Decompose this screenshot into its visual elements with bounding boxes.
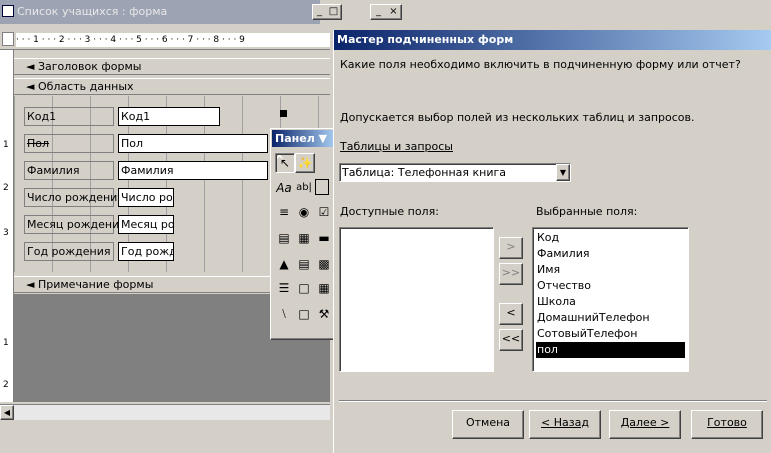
cancel-button[interactable]: Отмена — [452, 410, 524, 439]
list-item-selected[interactable]: пол — [536, 342, 685, 358]
wizard-separator — [339, 400, 767, 402]
selected-fields-list[interactable]: Код Фамилия Имя Отчество Школа ДомашнийТ… — [532, 227, 689, 372]
field-label-chislo[interactable]: Число рождения — [24, 188, 124, 207]
list-item[interactable]: Школа — [536, 294, 685, 310]
list-item[interactable]: ДомашнийТелефон — [536, 310, 685, 326]
checkbox-icon[interactable]: ☑ — [315, 203, 333, 221]
field-control-chislo[interactable]: Число рож — [118, 188, 174, 207]
section-arrow-icon: ◄ — [26, 60, 38, 73]
table-select-combobox[interactable]: Таблица: Телефонная книга ▼ — [339, 163, 571, 182]
field-control-mesyats[interactable]: Месяц рож — [118, 215, 174, 234]
detail-section-label: Область данных — [37, 80, 134, 93]
app-window-controls: _ × — [370, 4, 402, 20]
form-window-controls: _ □ — [312, 4, 342, 20]
control-wizards-tool[interactable]: ✨ — [295, 153, 315, 173]
line-icon[interactable]: ⧵ — [275, 305, 293, 323]
tables-label: Таблицы и запросы — [340, 140, 453, 153]
section-arrow-icon: ◄ — [26, 80, 38, 93]
textbox-tool[interactable]: ab| — [295, 179, 313, 197]
option-group-icon[interactable] — [315, 179, 329, 195]
field-label-god[interactable]: Год рождения — [24, 242, 114, 261]
detail-section[interactable]: ◄ Область данных — [14, 78, 330, 95]
horizontal-ruler: · · · 1 · · · 2 · · · 3 · · · 4 · · · 5 … — [0, 30, 330, 50]
field-control-familiya[interactable]: Фамилия — [118, 161, 268, 180]
form-window-titlebar: Список учащихся : форма — [0, 0, 320, 24]
selection-handle[interactable] — [280, 110, 287, 117]
move-one-left-button[interactable]: < — [499, 303, 523, 325]
form-header-label: Заголовок формы — [37, 60, 142, 73]
field-label-kod1[interactable]: Код1 — [24, 107, 114, 126]
field-label-mesyats[interactable]: Месяц рождения — [24, 215, 126, 234]
table-select-value: Таблица: Телефонная книга — [342, 166, 507, 179]
vruler-mark-2: 2 — [3, 183, 9, 193]
select-objects-tool[interactable]: ↖ — [275, 153, 295, 173]
page-break-icon[interactable]: ☰ — [275, 279, 293, 297]
vruler-mark-3: 3 — [3, 228, 9, 238]
vruler-mark-5: 2 — [3, 380, 9, 390]
app-minimize-button[interactable]: _ — [371, 6, 386, 19]
list-item[interactable]: Имя — [536, 262, 685, 278]
toggle-button-icon[interactable]: ≡ — [275, 203, 293, 221]
option-button-icon[interactable]: ◉ — [295, 203, 313, 221]
horizontal-scrollbar[interactable]: ◀ — [0, 404, 330, 420]
available-fields-list[interactable] — [339, 227, 494, 372]
field-control-pol[interactable]: Пол — [118, 134, 268, 153]
minimize-button[interactable]: _ — [312, 6, 327, 19]
command-button-icon[interactable]: ▬ — [315, 229, 333, 247]
available-fields-label: Доступные поля: — [340, 205, 439, 218]
finish-button[interactable]: Готово — [691, 410, 763, 439]
field-label-familiya[interactable]: Фамилия — [24, 161, 114, 180]
selected-fields-label: Выбранные поля: — [536, 205, 638, 218]
list-item[interactable]: СотовыйТелефон — [536, 326, 685, 342]
move-one-right-button[interactable]: > — [499, 237, 523, 259]
list-box-icon[interactable]: ▦ — [295, 229, 313, 247]
toolbox-titlebar[interactable]: Панел ▼ × — [272, 130, 334, 162]
list-item[interactable]: Отчество — [536, 278, 685, 294]
label-tool[interactable]: Aa — [275, 179, 293, 197]
chevron-down-icon[interactable]: ▼ — [556, 164, 570, 181]
combo-box-icon[interactable]: ▤ — [275, 229, 293, 247]
subform-icon[interactable]: ▦ — [315, 279, 333, 297]
field-control-god[interactable]: Год рождеı — [118, 242, 174, 261]
scroll-left-button[interactable]: ◀ — [0, 405, 14, 420]
subform-wizard-dialog: Мастер подчиненных форм Какие поля необх… — [333, 30, 771, 453]
app-close-button[interactable]: × — [386, 6, 401, 19]
form-footer-label: Примечание формы — [37, 278, 154, 291]
field-label-pol[interactable]: Пол — [24, 134, 114, 153]
wizard-title: Мастер подчиненных форм — [337, 33, 514, 46]
more-controls-icon[interactable]: ⚒ — [315, 305, 333, 323]
field-control-kod1[interactable]: Код1 — [118, 107, 220, 126]
rectangle-icon[interactable]: □ — [295, 305, 313, 323]
section-arrow-icon: ◄ — [26, 278, 38, 291]
list-item[interactable]: Код — [536, 230, 685, 246]
list-item[interactable]: Фамилия — [536, 246, 685, 262]
wizard-question: Какие поля необходимо включить в подчине… — [340, 58, 741, 71]
vertical-ruler: 1 2 3 1 2 — [0, 50, 14, 402]
wizard-titlebar: Мастер подчиненных форм — [334, 30, 771, 50]
form-window-title: Список учащихся : форма — [17, 5, 168, 18]
tab-control-icon[interactable]: □ — [295, 279, 313, 297]
vruler-mark-4: 1 — [3, 338, 9, 348]
bound-object-icon[interactable]: ▩ — [315, 255, 333, 273]
ruler-corner — [2, 32, 14, 46]
ruler-scale: · · · 1 · · · 2 · · · 3 · · · 4 · · · 5 … — [16, 33, 330, 47]
image-icon[interactable]: ▲ — [275, 255, 293, 273]
move-all-left-button[interactable]: << — [499, 329, 523, 351]
vruler-mark-1: 1 — [3, 140, 9, 150]
wizard-hint: Допускается выбор полей из нескольких та… — [340, 111, 695, 124]
back-button[interactable]: < Назад — [529, 410, 601, 439]
form-header-section[interactable]: ◄ Заголовок формы — [14, 58, 330, 75]
move-all-right-button[interactable]: >> — [499, 263, 523, 285]
unbound-object-icon[interactable]: ▤ — [295, 255, 313, 273]
toolbox-panel: Панел ▼ × ↖ ✨ Aa ab| ≡ ◉ ☑ ▤ ▦ ▬ ▲ ▤ ▩ ☰… — [270, 128, 336, 340]
status-strip — [0, 420, 330, 453]
maximize-button[interactable]: □ — [326, 6, 341, 19]
next-button[interactable]: Далее > — [609, 410, 681, 439]
form-window-icon — [2, 5, 14, 17]
